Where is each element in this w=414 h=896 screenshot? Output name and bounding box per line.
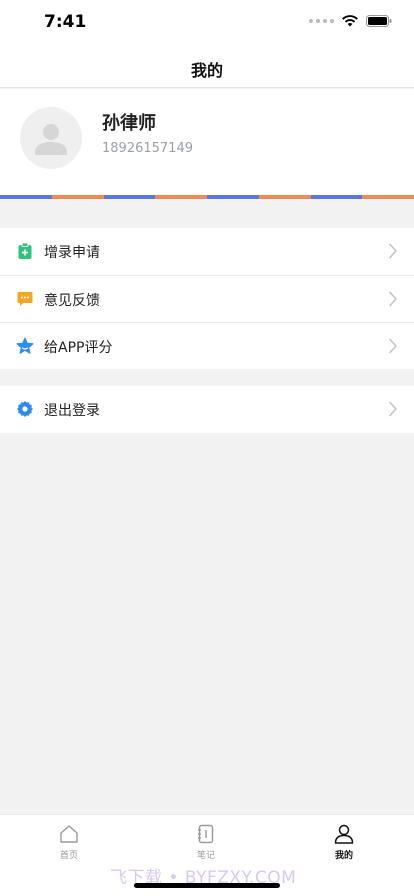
menu-item-rate-app[interactable]: 给APP评分 — [0, 322, 414, 369]
menu-item-label: 增录申请 — [44, 245, 100, 261]
gear-icon — [17, 401, 33, 417]
profile-name: 孙律师 — [102, 113, 156, 134]
wifi-icon — [342, 15, 358, 27]
menu-item-feedback[interactable]: 意见反馈 — [0, 275, 414, 322]
menu-group-account: 退出登录 — [0, 386, 414, 433]
menu-item-add-record[interactable]: 增录申请 — [0, 228, 414, 275]
stripe-segment — [51, 195, 104, 199]
profile-phone: 18926157149 — [102, 141, 193, 156]
notebook-icon — [198, 824, 214, 844]
page-title: 我的 — [190, 61, 223, 80]
stripe-segment — [258, 195, 311, 199]
avatar[interactable] — [20, 107, 82, 169]
avatar-placeholder-icon — [35, 124, 67, 155]
menu-item-label: 意见反馈 — [44, 293, 100, 309]
tab-notes[interactable]: 笔记 — [166, 823, 246, 861]
home-indicator — [134, 883, 280, 888]
profile-card[interactable]: 孙律师 18926157149 — [0, 89, 414, 195]
chevron-right-icon — [389, 243, 397, 259]
chevron-right-icon — [389, 338, 397, 354]
nav-bar: 我的 — [0, 44, 414, 88]
chevron-right-icon — [389, 401, 397, 417]
menu-item-label: 给APP评分 — [44, 340, 113, 356]
stripe-segment — [310, 195, 363, 199]
tab-bar: 首页 笔记 我的 飞下载 • BYFZXY.COM — [0, 814, 414, 896]
stripe-segment — [362, 195, 414, 199]
menu-group-main: 增录申请 意见反馈 给APP评分 — [0, 228, 414, 369]
chat-bubble-icon — [17, 292, 33, 306]
stripe-segment — [0, 195, 52, 199]
chevron-right-icon — [389, 291, 397, 307]
star-icon — [16, 337, 34, 354]
tab-label: 首页 — [59, 851, 78, 861]
status-time: 7:41 — [44, 12, 87, 32]
stripe-segment — [207, 195, 259, 199]
screen: 7:41 我的 孙律师 18926157149 增录申请 意见反馈 给APP评分… — [0, 0, 414, 896]
decorative-stripe — [0, 195, 414, 199]
tab-mine[interactable]: 我的 — [304, 823, 384, 861]
status-icons — [309, 15, 392, 27]
user-icon — [334, 824, 354, 844]
stripe-segment — [103, 195, 156, 199]
menu-item-label: 退出登录 — [44, 403, 100, 419]
stripe-segment — [155, 195, 207, 199]
tab-label: 我的 — [334, 851, 353, 861]
tab-home[interactable]: 首页 — [29, 823, 109, 861]
signal-icon — [309, 19, 334, 23]
tab-label: 笔记 — [196, 851, 215, 861]
status-bar: 7:41 — [0, 0, 414, 44]
battery-icon — [366, 15, 392, 27]
clipboard-plus-icon — [18, 242, 32, 259]
menu-item-logout[interactable]: 退出登录 — [0, 386, 414, 433]
home-icon — [60, 825, 78, 843]
